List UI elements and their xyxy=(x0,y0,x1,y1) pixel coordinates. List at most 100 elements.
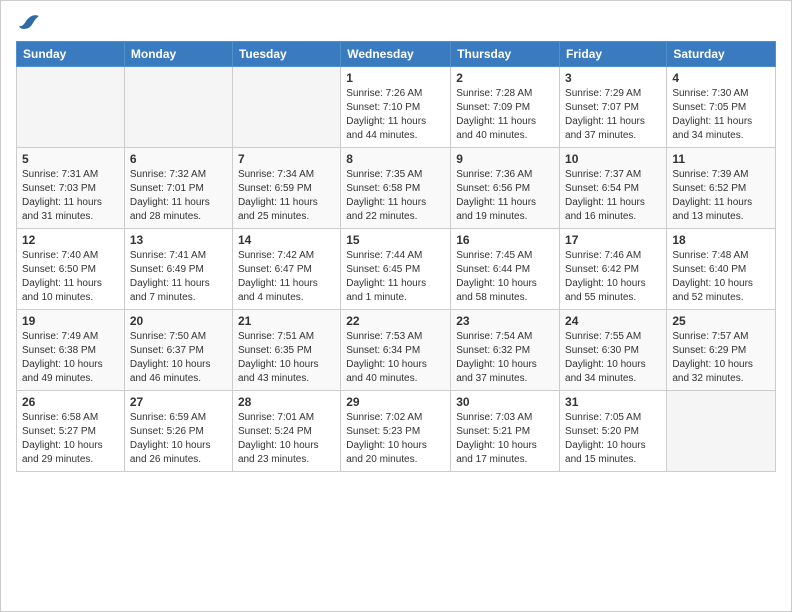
day-info: Sunrise: 7:44 AM Sunset: 6:45 PM Dayligh… xyxy=(346,249,445,305)
day-number: 2 xyxy=(456,71,554,85)
day-info: Sunrise: 7:02 AM Sunset: 5:23 PM Dayligh… xyxy=(346,411,445,467)
calendar-cell: 16 Sunrise: 7:45 AM Sunset: 6:44 PM Dayli… xyxy=(451,229,560,310)
day-info: Sunrise: 7:36 AM Sunset: 6:56 PM Dayligh… xyxy=(456,168,554,224)
calendar-cell: 31Sunrise: 7:05 AM Sunset: 5:20 PM Dayli… xyxy=(560,391,667,472)
calendar-cell xyxy=(667,391,776,472)
calendar-cell: 2 Sunrise: 7:28 AM Sunset: 7:09 PM Daylig… xyxy=(451,67,560,148)
calendar-week-row: 1Sunrise: 7:26 AM Sunset: 7:10 PM Daylig… xyxy=(17,67,776,148)
day-info: Sunrise: 7:46 AM Sunset: 6:42 PM Dayligh… xyxy=(565,249,661,305)
weekday-header: Sunday xyxy=(17,42,125,67)
day-number: 28 xyxy=(238,395,335,409)
day-number: 27 xyxy=(130,395,227,409)
weekday-header: Saturday xyxy=(667,42,776,67)
calendar-cell: 11 Sunrise: 7:39 AM Sunset: 6:52 PM Dayli… xyxy=(667,148,776,229)
calendar-cell: 19Sunrise: 7:49 AM Sunset: 6:38 PM Dayli… xyxy=(17,310,125,391)
day-info: Sunrise: 7:34 AM Sunset: 6:59 PM Dayligh… xyxy=(238,168,335,224)
calendar-cell: 21 Sunrise: 7:51 AM Sunset: 6:35 PM Dayli… xyxy=(232,310,340,391)
calendar-cell: 29Sunrise: 7:02 AM Sunset: 5:23 PM Dayli… xyxy=(341,391,451,472)
calendar-cell: 4Sunrise: 7:30 AM Sunset: 7:05 PM Daylig… xyxy=(667,67,776,148)
day-info: Sunrise: 7:50 AM Sunset: 6:37 PM Dayligh… xyxy=(130,330,227,386)
calendar-cell: 14Sunrise: 7:42 AM Sunset: 6:47 PM Dayli… xyxy=(232,229,340,310)
page: SundayMondayTuesdayWednesdayThursdayFrid… xyxy=(0,0,792,612)
calendar-week-row: 26 Sunrise: 6:58 AM Sunset: 5:27 PM Dayli… xyxy=(17,391,776,472)
calendar-cell: 30Sunrise: 7:03 AM Sunset: 5:21 PM Dayli… xyxy=(451,391,560,472)
day-info: Sunrise: 7:51 AM Sunset: 6:35 PM Dayligh… xyxy=(238,330,335,386)
day-info: Sunrise: 7:37 AM Sunset: 6:54 PM Dayligh… xyxy=(565,168,661,224)
day-info: Sunrise: 7:26 AM Sunset: 7:10 PM Dayligh… xyxy=(346,87,445,143)
calendar-cell: 22 Sunrise: 7:53 AM Sunset: 6:34 PM Dayli… xyxy=(341,310,451,391)
calendar-header-row: SundayMondayTuesdayWednesdayThursdayFrid… xyxy=(17,42,776,67)
calendar-cell: 10 Sunrise: 7:37 AM Sunset: 6:54 PM Dayli… xyxy=(560,148,667,229)
day-info: Sunrise: 7:31 AM Sunset: 7:03 PM Dayligh… xyxy=(22,168,119,224)
day-number: 16 xyxy=(456,233,554,247)
day-number: 13 xyxy=(130,233,227,247)
day-number: 10 xyxy=(565,152,661,166)
calendar-cell: 28Sunrise: 7:01 AM Sunset: 5:24 PM Dayli… xyxy=(232,391,340,472)
calendar-cell xyxy=(17,67,125,148)
day-info: Sunrise: 6:58 AM Sunset: 5:27 PM Dayligh… xyxy=(22,411,119,467)
day-info: Sunrise: 7:42 AM Sunset: 6:47 PM Dayligh… xyxy=(238,249,335,305)
day-number: 9 xyxy=(456,152,554,166)
day-number: 5 xyxy=(22,152,119,166)
day-info: Sunrise: 7:41 AM Sunset: 6:49 PM Dayligh… xyxy=(130,249,227,305)
day-number: 17 xyxy=(565,233,661,247)
day-number: 25 xyxy=(672,314,770,328)
weekday-header: Monday xyxy=(124,42,232,67)
logo-bird-icon xyxy=(18,11,40,33)
calendar-cell: 9 Sunrise: 7:36 AM Sunset: 6:56 PM Daylig… xyxy=(451,148,560,229)
weekday-header: Tuesday xyxy=(232,42,340,67)
day-number: 24 xyxy=(565,314,661,328)
calendar-cell: 1Sunrise: 7:26 AM Sunset: 7:10 PM Daylig… xyxy=(341,67,451,148)
calendar-cell: 13 Sunrise: 7:41 AM Sunset: 6:49 PM Dayli… xyxy=(124,229,232,310)
calendar-cell: 12 Sunrise: 7:40 AM Sunset: 6:50 PM Dayli… xyxy=(17,229,125,310)
day-number: 22 xyxy=(346,314,445,328)
weekday-header: Thursday xyxy=(451,42,560,67)
calendar-cell: 27 Sunrise: 6:59 AM Sunset: 5:26 PM Dayli… xyxy=(124,391,232,472)
day-info: Sunrise: 7:57 AM Sunset: 6:29 PM Dayligh… xyxy=(672,330,770,386)
calendar-week-row: 5 Sunrise: 7:31 AM Sunset: 7:03 PM Daylig… xyxy=(17,148,776,229)
day-number: 15 xyxy=(346,233,445,247)
day-info: Sunrise: 7:45 AM Sunset: 6:44 PM Dayligh… xyxy=(456,249,554,305)
day-info: Sunrise: 7:32 AM Sunset: 7:01 PM Dayligh… xyxy=(130,168,227,224)
day-number: 12 xyxy=(22,233,119,247)
day-info: Sunrise: 7:29 AM Sunset: 7:07 PM Dayligh… xyxy=(565,87,661,143)
day-number: 23 xyxy=(456,314,554,328)
calendar-cell: 24 Sunrise: 7:55 AM Sunset: 6:30 PM Dayli… xyxy=(560,310,667,391)
weekday-header: Friday xyxy=(560,42,667,67)
calendar-cell: 15 Sunrise: 7:44 AM Sunset: 6:45 PM Dayli… xyxy=(341,229,451,310)
day-info: Sunrise: 7:03 AM Sunset: 5:21 PM Dayligh… xyxy=(456,411,554,467)
day-info: Sunrise: 7:49 AM Sunset: 6:38 PM Dayligh… xyxy=(22,330,119,386)
calendar-cell: 8Sunrise: 7:35 AM Sunset: 6:58 PM Daylig… xyxy=(341,148,451,229)
calendar-cell: 3 Sunrise: 7:29 AM Sunset: 7:07 PM Daylig… xyxy=(560,67,667,148)
day-number: 3 xyxy=(565,71,661,85)
day-number: 8 xyxy=(346,152,445,166)
day-number: 18 xyxy=(672,233,770,247)
calendar-week-row: 12 Sunrise: 7:40 AM Sunset: 6:50 PM Dayli… xyxy=(17,229,776,310)
calendar-cell xyxy=(232,67,340,148)
day-number: 11 xyxy=(672,152,770,166)
logo xyxy=(16,11,40,33)
day-info: Sunrise: 7:28 AM Sunset: 7:09 PM Dayligh… xyxy=(456,87,554,143)
day-number: 6 xyxy=(130,152,227,166)
calendar-cell: 17 Sunrise: 7:46 AM Sunset: 6:42 PM Dayli… xyxy=(560,229,667,310)
day-info: Sunrise: 7:55 AM Sunset: 6:30 PM Dayligh… xyxy=(565,330,661,386)
day-info: Sunrise: 7:53 AM Sunset: 6:34 PM Dayligh… xyxy=(346,330,445,386)
day-info: Sunrise: 7:54 AM Sunset: 6:32 PM Dayligh… xyxy=(456,330,554,386)
day-info: Sunrise: 6:59 AM Sunset: 5:26 PM Dayligh… xyxy=(130,411,227,467)
calendar-cell: 25 Sunrise: 7:57 AM Sunset: 6:29 PM Dayli… xyxy=(667,310,776,391)
day-number: 21 xyxy=(238,314,335,328)
calendar-cell: 23 Sunrise: 7:54 AM Sunset: 6:32 PM Dayli… xyxy=(451,310,560,391)
calendar-cell: 26 Sunrise: 6:58 AM Sunset: 5:27 PM Dayli… xyxy=(17,391,125,472)
calendar-cell: 18 Sunrise: 7:48 AM Sunset: 6:40 PM Dayli… xyxy=(667,229,776,310)
day-number: 7 xyxy=(238,152,335,166)
day-info: Sunrise: 7:39 AM Sunset: 6:52 PM Dayligh… xyxy=(672,168,770,224)
calendar-cell: 6 Sunrise: 7:32 AM Sunset: 7:01 PM Daylig… xyxy=(124,148,232,229)
calendar-week-row: 19Sunrise: 7:49 AM Sunset: 6:38 PM Dayli… xyxy=(17,310,776,391)
day-number: 4 xyxy=(672,71,770,85)
day-info: Sunrise: 7:40 AM Sunset: 6:50 PM Dayligh… xyxy=(22,249,119,305)
day-number: 20 xyxy=(130,314,227,328)
header xyxy=(16,11,776,33)
day-info: Sunrise: 7:48 AM Sunset: 6:40 PM Dayligh… xyxy=(672,249,770,305)
day-info: Sunrise: 7:05 AM Sunset: 5:20 PM Dayligh… xyxy=(565,411,661,467)
day-number: 26 xyxy=(22,395,119,409)
